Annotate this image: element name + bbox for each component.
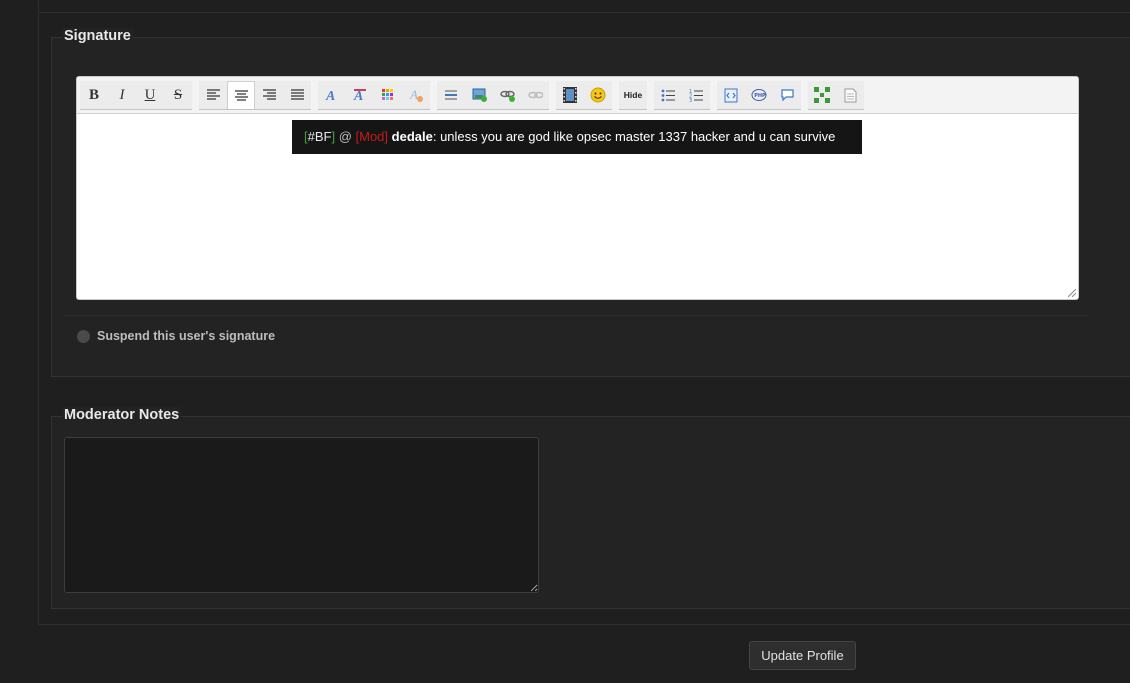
- suspend-signature-label: Suspend this user's signature: [97, 329, 276, 343]
- bullet-list-icon: [661, 89, 675, 101]
- color-palette-icon: [382, 89, 393, 100]
- bold-button[interactable]: B: [80, 81, 108, 109]
- suspend-signature-option[interactable]: Suspend this user's signature: [77, 329, 275, 343]
- suspend-checkbox[interactable]: [77, 329, 90, 343]
- justify-button[interactable]: [283, 81, 311, 109]
- insert-video-button[interactable]: [556, 81, 584, 109]
- color-button[interactable]: [374, 81, 402, 109]
- signature-legend: Signature: [62, 28, 133, 44]
- signature-preview: [#BF] @ [Mod] dedale: unless you are god…: [292, 120, 862, 154]
- moderator-notes-input[interactable]: [64, 437, 539, 593]
- font-size-button[interactable]: A: [346, 81, 374, 109]
- section-divider: [38, 12, 1130, 13]
- insert-image-button[interactable]: [465, 81, 493, 109]
- align-center-icon: [234, 89, 248, 101]
- italic-icon: I: [119, 86, 125, 103]
- unlink-icon: [527, 91, 543, 99]
- unlink-button[interactable]: [521, 81, 549, 109]
- remove-format-button[interactable]: A: [402, 81, 430, 109]
- code-button[interactable]: [717, 81, 745, 109]
- signature-editor[interactable]: B I U S A A A Hide 1 2 3 PHP [#BF] @ [Mo…: [76, 76, 1079, 300]
- insert-link-button[interactable]: [493, 81, 521, 109]
- document-icon: [844, 88, 856, 102]
- horizontal-rule-button[interactable]: [437, 81, 465, 109]
- insert-group: [437, 81, 549, 110]
- numbered-list-icon: 123: [689, 89, 703, 102]
- align-left-icon: [206, 89, 220, 100]
- resize-grip-icon[interactable]: [1068, 289, 1076, 297]
- username: dedale: [391, 129, 433, 144]
- svg-text:A: A: [353, 89, 363, 102]
- quote-button[interactable]: [773, 81, 801, 109]
- media-group: [556, 81, 612, 110]
- align-left-button[interactable]: [199, 81, 227, 109]
- signature-message: : unless you are god like opsec master 1…: [432, 129, 836, 144]
- quote-bubble-icon: [780, 89, 794, 102]
- php-button[interactable]: PHP: [745, 81, 773, 109]
- link-icon: [499, 90, 515, 102]
- at-separator: @: [335, 129, 356, 144]
- font-size-icon: A: [353, 89, 366, 102]
- image-icon: [472, 88, 487, 102]
- code-icon: [724, 88, 737, 102]
- align-right-icon: [262, 89, 276, 100]
- horizontal-rule-icon: [445, 90, 457, 100]
- strikethrough-button[interactable]: S: [164, 81, 192, 109]
- hide-group: Hide: [619, 81, 647, 110]
- suspend-divider: [64, 315, 1089, 316]
- view-group: [808, 81, 864, 110]
- editor-toolbar: B I U S A A A Hide 1 2 3 PHP: [77, 77, 1078, 114]
- svg-text:3: 3: [689, 98, 692, 102]
- film-icon: [563, 87, 577, 103]
- list-group: 123: [654, 81, 710, 110]
- numbered-list-button[interactable]: 123: [682, 81, 710, 109]
- code-group: PHP: [717, 81, 801, 110]
- php-icon: PHP: [751, 89, 767, 101]
- maximize-button[interactable]: [808, 81, 836, 109]
- alignment-group: [199, 81, 311, 110]
- justify-icon: [290, 89, 304, 100]
- update-profile-button[interactable]: Update Profile: [749, 641, 856, 670]
- svg-text:A: A: [325, 89, 335, 102]
- font-group: A A A: [318, 81, 430, 110]
- align-right-button[interactable]: [255, 81, 283, 109]
- strikethrough-icon: S: [173, 86, 183, 103]
- smilies-button[interactable]: [584, 81, 612, 109]
- align-center-button[interactable]: [227, 81, 255, 109]
- bold-icon: B: [88, 86, 99, 103]
- font-icon: A: [325, 89, 335, 102]
- moderator-notes-legend: Moderator Notes: [62, 407, 182, 423]
- source-mode-button[interactable]: [836, 81, 864, 109]
- group-tag: #BF: [307, 129, 332, 144]
- italic-button[interactable]: I: [108, 81, 136, 109]
- font-button[interactable]: A: [318, 81, 346, 109]
- svg-text:A: A: [409, 88, 418, 102]
- hide-button[interactable]: Hide: [619, 81, 647, 109]
- underline-icon: U: [144, 86, 156, 103]
- text-style-group: B I U S: [80, 81, 192, 110]
- svg-text:PHP: PHP: [754, 93, 766, 99]
- role-label: [Mod]: [355, 129, 389, 144]
- remove-format-icon: A: [409, 88, 423, 102]
- smiley-icon: [590, 87, 606, 103]
- underline-button[interactable]: U: [136, 81, 164, 109]
- maximize-icon: [814, 87, 830, 103]
- bullet-list-button[interactable]: [654, 81, 682, 109]
